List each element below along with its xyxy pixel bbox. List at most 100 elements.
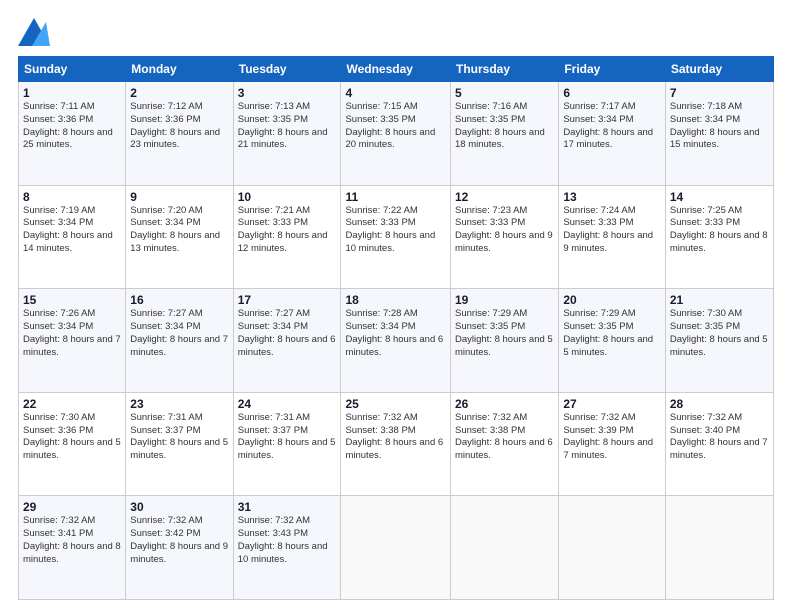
calendar-cell: 18Sunrise: 7:28 AMSunset: 3:34 PMDayligh… bbox=[341, 289, 451, 393]
day-detail: Sunrise: 7:29 AMSunset: 3:35 PMDaylight:… bbox=[455, 308, 553, 357]
day-number: 10 bbox=[238, 190, 337, 204]
calendar-cell: 19Sunrise: 7:29 AMSunset: 3:35 PMDayligh… bbox=[451, 289, 559, 393]
day-number: 2 bbox=[130, 86, 228, 100]
day-number: 16 bbox=[130, 293, 228, 307]
page: SundayMondayTuesdayWednesdayThursdayFrid… bbox=[0, 0, 792, 612]
day-detail: Sunrise: 7:32 AMSunset: 3:39 PMDaylight:… bbox=[563, 412, 653, 461]
day-number: 23 bbox=[130, 397, 228, 411]
day-detail: Sunrise: 7:27 AMSunset: 3:34 PMDaylight:… bbox=[238, 308, 336, 357]
day-number: 30 bbox=[130, 500, 228, 514]
calendar-week-3: 15Sunrise: 7:26 AMSunset: 3:34 PMDayligh… bbox=[19, 289, 774, 393]
day-detail: Sunrise: 7:12 AMSunset: 3:36 PMDaylight:… bbox=[130, 101, 220, 150]
day-number: 26 bbox=[455, 397, 554, 411]
calendar-cell: 15Sunrise: 7:26 AMSunset: 3:34 PMDayligh… bbox=[19, 289, 126, 393]
day-number: 15 bbox=[23, 293, 121, 307]
calendar-cell: 25Sunrise: 7:32 AMSunset: 3:38 PMDayligh… bbox=[341, 392, 451, 496]
calendar-cell: 3Sunrise: 7:13 AMSunset: 3:35 PMDaylight… bbox=[233, 82, 341, 186]
day-detail: Sunrise: 7:30 AMSunset: 3:35 PMDaylight:… bbox=[670, 308, 768, 357]
day-detail: Sunrise: 7:32 AMSunset: 3:42 PMDaylight:… bbox=[130, 515, 228, 564]
calendar-cell: 9Sunrise: 7:20 AMSunset: 3:34 PMDaylight… bbox=[126, 185, 233, 289]
day-detail: Sunrise: 7:22 AMSunset: 3:33 PMDaylight:… bbox=[345, 205, 435, 254]
calendar-week-1: 1Sunrise: 7:11 AMSunset: 3:36 PMDaylight… bbox=[19, 82, 774, 186]
day-detail: Sunrise: 7:31 AMSunset: 3:37 PMDaylight:… bbox=[238, 412, 336, 461]
header bbox=[18, 18, 774, 46]
day-detail: Sunrise: 7:20 AMSunset: 3:34 PMDaylight:… bbox=[130, 205, 220, 254]
calendar-week-5: 29Sunrise: 7:32 AMSunset: 3:41 PMDayligh… bbox=[19, 496, 774, 600]
day-detail: Sunrise: 7:16 AMSunset: 3:35 PMDaylight:… bbox=[455, 101, 545, 150]
day-number: 7 bbox=[670, 86, 769, 100]
day-number: 29 bbox=[23, 500, 121, 514]
day-number: 19 bbox=[455, 293, 554, 307]
day-number: 27 bbox=[563, 397, 661, 411]
calendar-cell bbox=[341, 496, 451, 600]
calendar-cell: 24Sunrise: 7:31 AMSunset: 3:37 PMDayligh… bbox=[233, 392, 341, 496]
calendar-header-row: SundayMondayTuesdayWednesdayThursdayFrid… bbox=[19, 57, 774, 82]
col-header-thursday: Thursday bbox=[451, 57, 559, 82]
calendar-cell: 21Sunrise: 7:30 AMSunset: 3:35 PMDayligh… bbox=[665, 289, 773, 393]
day-number: 8 bbox=[23, 190, 121, 204]
calendar-cell: 4Sunrise: 7:15 AMSunset: 3:35 PMDaylight… bbox=[341, 82, 451, 186]
calendar-cell: 27Sunrise: 7:32 AMSunset: 3:39 PMDayligh… bbox=[559, 392, 666, 496]
col-header-saturday: Saturday bbox=[665, 57, 773, 82]
calendar-cell: 31Sunrise: 7:32 AMSunset: 3:43 PMDayligh… bbox=[233, 496, 341, 600]
day-detail: Sunrise: 7:27 AMSunset: 3:34 PMDaylight:… bbox=[130, 308, 228, 357]
day-number: 31 bbox=[238, 500, 337, 514]
day-number: 9 bbox=[130, 190, 228, 204]
day-number: 3 bbox=[238, 86, 337, 100]
calendar-cell: 14Sunrise: 7:25 AMSunset: 3:33 PMDayligh… bbox=[665, 185, 773, 289]
calendar-cell bbox=[665, 496, 773, 600]
logo bbox=[18, 18, 54, 46]
calendar-table: SundayMondayTuesdayWednesdayThursdayFrid… bbox=[18, 56, 774, 600]
day-detail: Sunrise: 7:25 AMSunset: 3:33 PMDaylight:… bbox=[670, 205, 768, 254]
day-number: 24 bbox=[238, 397, 337, 411]
day-number: 13 bbox=[563, 190, 661, 204]
day-number: 21 bbox=[670, 293, 769, 307]
col-header-sunday: Sunday bbox=[19, 57, 126, 82]
col-header-wednesday: Wednesday bbox=[341, 57, 451, 82]
day-number: 18 bbox=[345, 293, 446, 307]
calendar-cell: 16Sunrise: 7:27 AMSunset: 3:34 PMDayligh… bbox=[126, 289, 233, 393]
day-number: 22 bbox=[23, 397, 121, 411]
calendar-cell: 11Sunrise: 7:22 AMSunset: 3:33 PMDayligh… bbox=[341, 185, 451, 289]
calendar-week-2: 8Sunrise: 7:19 AMSunset: 3:34 PMDaylight… bbox=[19, 185, 774, 289]
day-detail: Sunrise: 7:23 AMSunset: 3:33 PMDaylight:… bbox=[455, 205, 553, 254]
day-detail: Sunrise: 7:18 AMSunset: 3:34 PMDaylight:… bbox=[670, 101, 760, 150]
day-number: 17 bbox=[238, 293, 337, 307]
day-detail: Sunrise: 7:29 AMSunset: 3:35 PMDaylight:… bbox=[563, 308, 653, 357]
day-detail: Sunrise: 7:24 AMSunset: 3:33 PMDaylight:… bbox=[563, 205, 653, 254]
calendar-week-4: 22Sunrise: 7:30 AMSunset: 3:36 PMDayligh… bbox=[19, 392, 774, 496]
calendar-cell: 29Sunrise: 7:32 AMSunset: 3:41 PMDayligh… bbox=[19, 496, 126, 600]
day-detail: Sunrise: 7:30 AMSunset: 3:36 PMDaylight:… bbox=[23, 412, 121, 461]
calendar-cell: 2Sunrise: 7:12 AMSunset: 3:36 PMDaylight… bbox=[126, 82, 233, 186]
day-detail: Sunrise: 7:13 AMSunset: 3:35 PMDaylight:… bbox=[238, 101, 328, 150]
calendar-cell: 17Sunrise: 7:27 AMSunset: 3:34 PMDayligh… bbox=[233, 289, 341, 393]
col-header-monday: Monday bbox=[126, 57, 233, 82]
calendar-cell: 30Sunrise: 7:32 AMSunset: 3:42 PMDayligh… bbox=[126, 496, 233, 600]
calendar-cell: 1Sunrise: 7:11 AMSunset: 3:36 PMDaylight… bbox=[19, 82, 126, 186]
col-header-friday: Friday bbox=[559, 57, 666, 82]
day-detail: Sunrise: 7:32 AMSunset: 3:38 PMDaylight:… bbox=[345, 412, 443, 461]
day-number: 14 bbox=[670, 190, 769, 204]
day-detail: Sunrise: 7:15 AMSunset: 3:35 PMDaylight:… bbox=[345, 101, 435, 150]
calendar-cell: 22Sunrise: 7:30 AMSunset: 3:36 PMDayligh… bbox=[19, 392, 126, 496]
calendar-cell: 5Sunrise: 7:16 AMSunset: 3:35 PMDaylight… bbox=[451, 82, 559, 186]
day-detail: Sunrise: 7:32 AMSunset: 3:38 PMDaylight:… bbox=[455, 412, 553, 461]
calendar-cell: 26Sunrise: 7:32 AMSunset: 3:38 PMDayligh… bbox=[451, 392, 559, 496]
day-detail: Sunrise: 7:32 AMSunset: 3:40 PMDaylight:… bbox=[670, 412, 768, 461]
calendar-cell: 28Sunrise: 7:32 AMSunset: 3:40 PMDayligh… bbox=[665, 392, 773, 496]
day-detail: Sunrise: 7:21 AMSunset: 3:33 PMDaylight:… bbox=[238, 205, 328, 254]
col-header-tuesday: Tuesday bbox=[233, 57, 341, 82]
calendar-cell: 10Sunrise: 7:21 AMSunset: 3:33 PMDayligh… bbox=[233, 185, 341, 289]
calendar-cell: 13Sunrise: 7:24 AMSunset: 3:33 PMDayligh… bbox=[559, 185, 666, 289]
day-number: 12 bbox=[455, 190, 554, 204]
day-detail: Sunrise: 7:32 AMSunset: 3:41 PMDaylight:… bbox=[23, 515, 121, 564]
day-number: 1 bbox=[23, 86, 121, 100]
calendar-cell: 20Sunrise: 7:29 AMSunset: 3:35 PMDayligh… bbox=[559, 289, 666, 393]
day-detail: Sunrise: 7:19 AMSunset: 3:34 PMDaylight:… bbox=[23, 205, 113, 254]
day-detail: Sunrise: 7:17 AMSunset: 3:34 PMDaylight:… bbox=[563, 101, 653, 150]
day-detail: Sunrise: 7:26 AMSunset: 3:34 PMDaylight:… bbox=[23, 308, 121, 357]
calendar-cell bbox=[559, 496, 666, 600]
day-number: 5 bbox=[455, 86, 554, 100]
calendar-cell: 23Sunrise: 7:31 AMSunset: 3:37 PMDayligh… bbox=[126, 392, 233, 496]
day-detail: Sunrise: 7:31 AMSunset: 3:37 PMDaylight:… bbox=[130, 412, 228, 461]
